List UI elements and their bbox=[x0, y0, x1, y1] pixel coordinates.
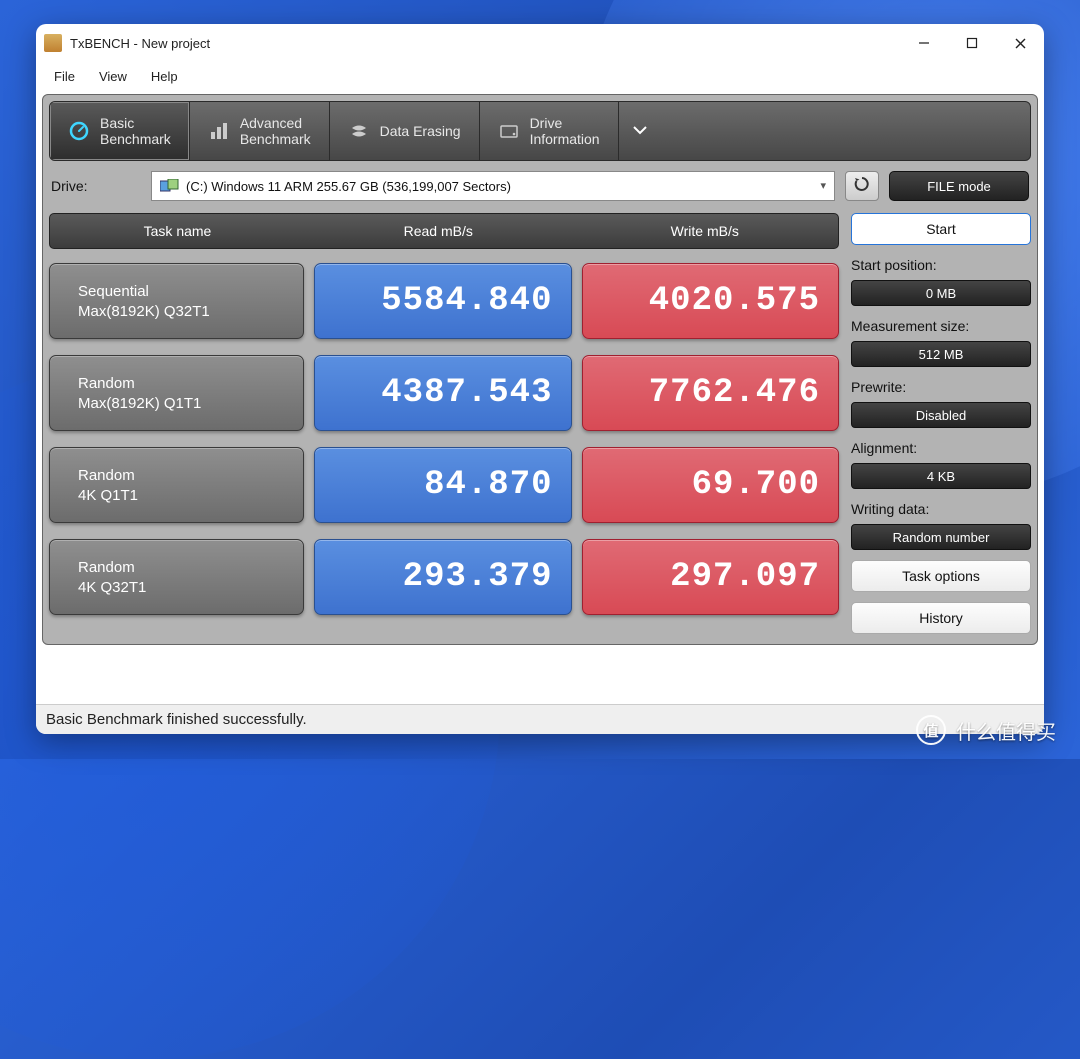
refresh-icon bbox=[853, 175, 871, 198]
alignment-value[interactable]: 4 KB bbox=[851, 463, 1031, 489]
task-button[interactable]: SequentialMax(8192K) Q32T1 bbox=[49, 263, 304, 339]
titlebar: TxBENCH - New project bbox=[36, 24, 1044, 62]
results-panel: Task name Read mB/s Write mB/s Sequentia… bbox=[49, 213, 839, 634]
tab-advanced-benchmark[interactable]: AdvancedBenchmark bbox=[190, 102, 330, 160]
mode-button[interactable]: FILE mode bbox=[889, 171, 1029, 201]
maximize-button[interactable] bbox=[948, 24, 996, 62]
measurement-size-value[interactable]: 512 MB bbox=[851, 341, 1031, 367]
start-button[interactable]: Start bbox=[851, 213, 1031, 245]
tab-basic-benchmark[interactable]: BasicBenchmark bbox=[50, 102, 190, 160]
drive-label: Drive: bbox=[51, 178, 141, 194]
drive-select[interactable]: (C:) Windows 11 ARM 255.67 GB (536,199,0… bbox=[151, 171, 835, 201]
start-position-label: Start position: bbox=[851, 257, 1031, 273]
task-options-button[interactable]: Task options bbox=[851, 560, 1031, 592]
erase-icon bbox=[348, 120, 370, 142]
sidebar: Start Start position: 0 MB Measurement s… bbox=[851, 213, 1031, 634]
minimize-button[interactable] bbox=[900, 24, 948, 62]
app-window: TxBENCH - New project File View Help Bas… bbox=[36, 24, 1044, 734]
disk-icon bbox=[160, 179, 178, 193]
tab-data-erasing[interactable]: Data Erasing bbox=[330, 102, 480, 160]
read-value: 293.379 bbox=[314, 539, 572, 615]
drive-value: (C:) Windows 11 ARM 255.67 GB (536,199,0… bbox=[186, 179, 511, 194]
status-bar: Basic Benchmark finished successfully. bbox=[36, 704, 1044, 734]
read-value: 4387.543 bbox=[314, 355, 572, 431]
alignment-label: Alignment: bbox=[851, 440, 1031, 456]
history-button[interactable]: History bbox=[851, 602, 1031, 634]
write-value: 4020.575 bbox=[582, 263, 840, 339]
task-button[interactable]: Random4K Q1T1 bbox=[49, 447, 304, 523]
result-row: Random4K Q32T1 293.379 297.097 bbox=[49, 539, 839, 615]
menu-help[interactable]: Help bbox=[139, 66, 190, 87]
tab-more[interactable] bbox=[619, 102, 661, 160]
prewrite-label: Prewrite: bbox=[851, 379, 1031, 395]
app-icon bbox=[44, 34, 62, 52]
bars-icon bbox=[208, 120, 230, 142]
menu-file[interactable]: File bbox=[42, 66, 87, 87]
main-panel: BasicBenchmark AdvancedBenchmark Data Er… bbox=[42, 94, 1038, 645]
watermark-icon: 值 bbox=[916, 715, 946, 745]
menubar: File View Help bbox=[36, 62, 1044, 90]
refresh-button[interactable] bbox=[845, 171, 879, 201]
window-title: TxBENCH - New project bbox=[70, 36, 210, 51]
prewrite-value[interactable]: Disabled bbox=[851, 402, 1031, 428]
close-button[interactable] bbox=[996, 24, 1044, 62]
drive-icon bbox=[498, 120, 520, 142]
write-value: 69.700 bbox=[582, 447, 840, 523]
result-row: Random4K Q1T1 84.870 69.700 bbox=[49, 447, 839, 523]
tab-drive-information[interactable]: DriveInformation bbox=[480, 102, 619, 160]
drive-row: Drive: (C:) Windows 11 ARM 255.67 GB (53… bbox=[51, 171, 1029, 201]
gauge-icon bbox=[68, 120, 90, 142]
header-read: Read mB/s bbox=[305, 214, 572, 248]
result-row: RandomMax(8192K) Q1T1 4387.543 7762.476 bbox=[49, 355, 839, 431]
header-task: Task name bbox=[50, 214, 305, 248]
start-position-value[interactable]: 0 MB bbox=[851, 280, 1031, 306]
task-button[interactable]: RandomMax(8192K) Q1T1 bbox=[49, 355, 304, 431]
result-row: SequentialMax(8192K) Q32T1 5584.840 4020… bbox=[49, 263, 839, 339]
chevron-down-icon bbox=[633, 123, 647, 139]
measurement-size-label: Measurement size: bbox=[851, 318, 1031, 334]
chevron-down-icon: ▾ bbox=[820, 179, 826, 192]
status-text: Basic Benchmark finished successfully. bbox=[46, 711, 307, 728]
read-value: 5584.840 bbox=[314, 263, 572, 339]
results-header: Task name Read mB/s Write mB/s bbox=[49, 213, 839, 249]
writing-data-label: Writing data: bbox=[851, 501, 1031, 517]
read-value: 84.870 bbox=[314, 447, 572, 523]
menu-view[interactable]: View bbox=[87, 66, 139, 87]
tab-strip: BasicBenchmark AdvancedBenchmark Data Er… bbox=[49, 101, 1031, 161]
watermark: 值 什么值得买 bbox=[916, 715, 1056, 745]
writing-data-value[interactable]: Random number bbox=[851, 524, 1031, 550]
header-write: Write mB/s bbox=[572, 214, 839, 248]
task-button[interactable]: Random4K Q32T1 bbox=[49, 539, 304, 615]
write-value: 7762.476 bbox=[582, 355, 840, 431]
write-value: 297.097 bbox=[582, 539, 840, 615]
